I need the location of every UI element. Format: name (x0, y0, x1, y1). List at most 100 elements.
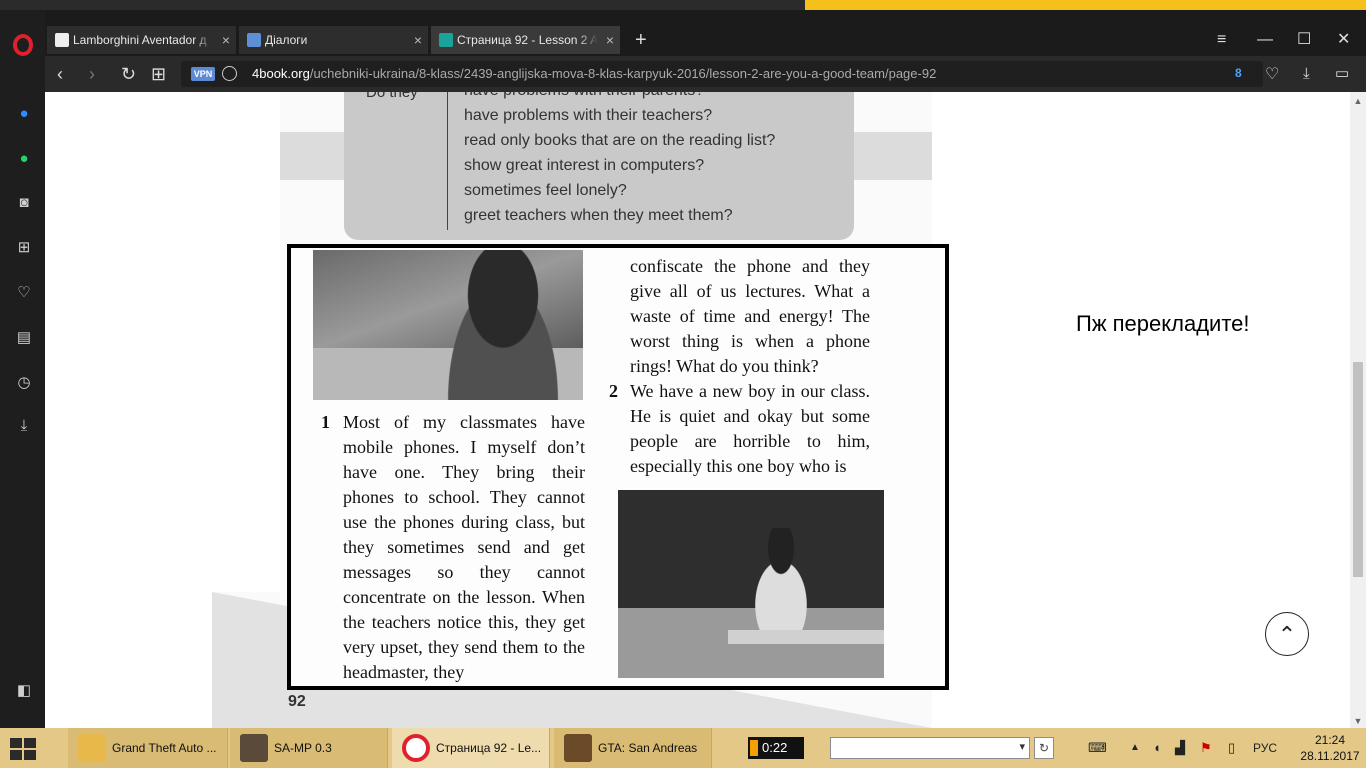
windows-logo-pane (24, 738, 36, 748)
language-indicator[interactable]: РУС (1253, 738, 1277, 758)
scroll-down-icon[interactable]: ▼ (1353, 716, 1363, 726)
tray-expand-icon[interactable]: ▲ (1130, 738, 1140, 758)
scroll-to-top-button[interactable]: ⌃ (1265, 612, 1309, 656)
tab-label: Діалоги (265, 33, 308, 47)
back-button[interactable]: ‹ (57, 62, 63, 86)
vertical-scrollbar[interactable]: ▲ ▼ (1350, 92, 1366, 728)
sad-boy-photo (618, 490, 884, 678)
heart-icon[interactable]: ♡ (14, 283, 34, 303)
bookmark-heart-icon[interactable]: ♡ (1265, 64, 1279, 84)
translate-request-text: Пж перекладите! (1076, 311, 1250, 336)
url-path: /uchebniki-ukraina/8-klass/2439-anglijsk… (309, 66, 937, 81)
tab-fade (194, 26, 214, 54)
url-host: 4book.org (252, 66, 310, 81)
classroom-phone-photo (313, 250, 583, 400)
chevron-down-icon[interactable]: ▾ (1019, 740, 1025, 753)
taskbar-item-opera[interactable]: Страница 92 - Le... (392, 728, 550, 768)
grid-icon[interactable]: ⊞ (14, 238, 34, 258)
taskbar-item-samp[interactable]: SA-MP 0.3 (230, 728, 388, 768)
question-box: Do they have problems with their parents… (344, 92, 854, 240)
whatsapp-icon[interactable]: ● (14, 149, 34, 169)
windows-logo-pane (10, 750, 22, 760)
new-tab-button[interactable]: + (635, 26, 647, 54)
speed-dial-button[interactable]: ⊞ (151, 62, 166, 86)
task-label: SA-MP 0.3 (274, 741, 332, 755)
battery-icon[interactable]: ▭ (1335, 62, 1349, 86)
flag-icon[interactable]: ⚑ (1200, 738, 1212, 758)
recording-timer[interactable]: 0:22 (748, 737, 804, 759)
task-label: Grand Theft Auto ... (112, 741, 217, 755)
adblock-count[interactable]: 8 (1235, 66, 1242, 80)
tab-label: Lamborghini Aventador д (73, 33, 207, 47)
news-icon[interactable]: ▤ (14, 328, 34, 348)
maximize-button[interactable]: ☐ (1297, 26, 1311, 54)
highlighted-excerpt: 1 Most of my classmates have mobile phon… (287, 244, 949, 690)
scroll-up-icon[interactable]: ▲ (1353, 96, 1363, 106)
tab-close-icon[interactable]: × (606, 26, 614, 54)
task-label: GTA: San Andreas (598, 741, 698, 755)
tab-dialogs[interactable]: Діалоги × (239, 26, 428, 54)
network-icon[interactable]: ▟ (1175, 738, 1185, 758)
question-line: show great interest in computers? (464, 157, 705, 174)
globe-icon[interactable] (222, 66, 237, 81)
tab-close-icon[interactable]: × (414, 26, 422, 54)
history-icon[interactable]: ◷ (14, 373, 34, 393)
camera-icon[interactable]: ◙ (14, 193, 34, 213)
chevron-up-icon: ⌃ (1277, 622, 1297, 647)
volume-icon[interactable]: ◖ (1153, 738, 1161, 758)
system-clock[interactable]: 21:24 28.11.2017 (1300, 732, 1360, 764)
top-strip (0, 0, 1366, 10)
question-subject: Do they (366, 92, 418, 101)
close-window-button[interactable]: ✕ (1337, 26, 1350, 54)
item-number-1: 1 (321, 412, 330, 432)
task-label: Страница 92 - Le... (436, 741, 542, 755)
download-icon[interactable]: ⤓ (14, 416, 34, 436)
url-text[interactable]: 4book.org/uchebniki-ukraina/8-klass/2439… (252, 61, 936, 87)
vpn-badge[interactable]: VPN (191, 67, 215, 81)
page-margin (212, 92, 280, 592)
tab-close-icon[interactable]: × (222, 26, 230, 54)
tab-menu-icon[interactable]: ≡ (1217, 26, 1226, 54)
item-number-2: 2 (609, 381, 618, 401)
reload-button[interactable]: ↻ (121, 62, 136, 86)
timer-value: 0:22 (762, 740, 788, 755)
tab-lamborghini[interactable]: Lamborghini Aventador д × (47, 26, 236, 54)
opera-logo-icon[interactable] (13, 34, 33, 56)
clock-time: 21:24 (1314, 733, 1346, 747)
address-bar[interactable]: VPN 4book.org/uchebniki-ukraina/8-klass/… (181, 61, 1263, 87)
forward-button[interactable]: › (89, 62, 95, 86)
scrollbar-thumb[interactable] (1353, 362, 1363, 577)
opera-icon (402, 734, 430, 762)
keyboard-icon[interactable]: ⌨ (1088, 738, 1107, 758)
chat-favicon-icon (247, 33, 261, 47)
windows-taskbar: Grand Theft Auto ... SA-MP 0.3 Страница … (0, 728, 1366, 768)
question-divider (447, 92, 448, 230)
clock-date: 28.11.2017 (1300, 749, 1360, 763)
lamborghini-favicon-icon (55, 33, 69, 47)
web-content: Do they have problems with their parents… (45, 92, 1350, 728)
page-number: 92 (288, 693, 306, 710)
photo-student (433, 250, 573, 400)
tab-page-92[interactable]: Страница 92 - Lesson 2 A × (431, 26, 620, 54)
item-1-text: Most of my classmates have mobile phones… (343, 412, 585, 682)
taskbar-item-gta-sa[interactable]: GTA: San Andreas (554, 728, 712, 768)
minimize-button[interactable]: — (1257, 26, 1273, 54)
taskbar-address-input[interactable]: ▾ (830, 737, 1030, 759)
item-2-text: We have a new boy in our class. He is qu… (630, 381, 870, 476)
download-icon[interactable]: ⤓ (1303, 62, 1310, 86)
taskbar-item-gta-folder[interactable]: Grand Theft Auto ... (68, 728, 228, 768)
sidebar-toggle-icon[interactable]: ◧ (14, 681, 34, 701)
photo-desk (728, 630, 884, 644)
screen: ● ● ◙ ⊞ ♡ ▤ ◷ ⤓ ◧ Lamborghini Aventador … (0, 0, 1366, 768)
messenger-icon[interactable]: ● (14, 104, 34, 124)
windows-logo-pane (10, 738, 22, 748)
battery-tray-icon[interactable]: ▯ (1228, 738, 1235, 758)
question-line: read only books that are on the reading … (464, 132, 776, 149)
photo-boy (736, 528, 826, 638)
4book-favicon-icon (439, 33, 453, 47)
samp-icon (240, 734, 268, 762)
taskbar-refresh-button[interactable]: ↻ (1034, 737, 1054, 759)
question-line: sometimes feel lonely? (464, 182, 627, 199)
start-button[interactable] (10, 738, 36, 760)
tab-fade (578, 26, 598, 54)
